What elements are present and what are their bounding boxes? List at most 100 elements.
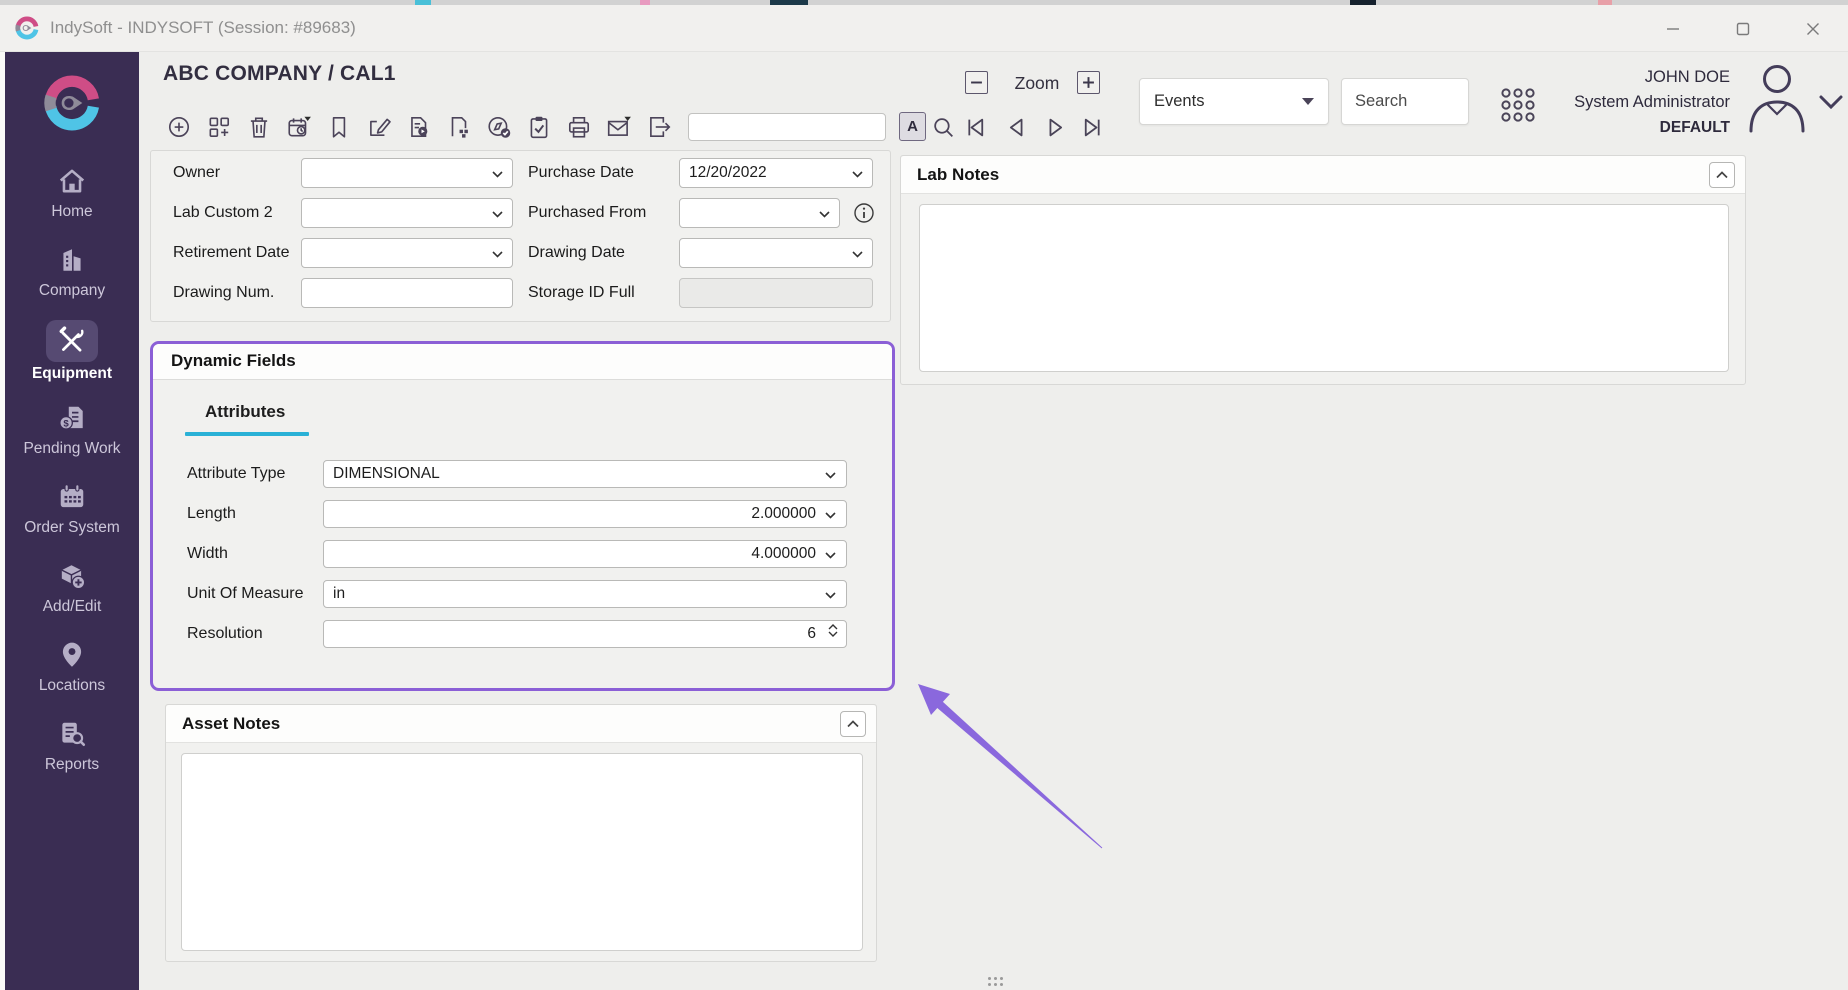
collapse-chevron-icon[interactable] (840, 711, 866, 737)
drag-handle-icon[interactable] (988, 977, 1003, 986)
lab-custom-2-dropdown[interactable] (301, 198, 513, 228)
length-dropdown[interactable]: 2.000000 (323, 500, 847, 528)
close-button[interactable] (1778, 5, 1848, 52)
owner-dropdown[interactable] (301, 158, 513, 188)
events-dropdown[interactable]: Events (1139, 78, 1329, 125)
asset-detail-panel: Owner Purchase Date 12/20/2022 Lab Custo… (150, 150, 891, 322)
match-case-button[interactable]: A (899, 112, 926, 141)
asset-notes-header: Asset Notes (166, 705, 876, 743)
last-record-button[interactable] (1077, 112, 1107, 142)
window-title: IndySoft - INDYSOFT (Session: #89683) (50, 18, 356, 38)
dynamic-fields-panel: Dynamic Fields Attributes Attribute Type… (150, 341, 895, 691)
edit-icon[interactable] (364, 112, 394, 142)
field-value: 2.000000 (751, 505, 816, 522)
width-dropdown[interactable]: 4.000000 (323, 540, 847, 568)
document-transfer-icon[interactable] (444, 112, 474, 142)
delete-icon[interactable] (244, 112, 274, 142)
events-dropdown-value: Events (1154, 92, 1204, 111)
window-controls (1638, 5, 1848, 52)
chevron-down-icon (492, 211, 503, 218)
previous-record-button[interactable] (1001, 112, 1031, 142)
sidebar-item-label: Add/Edit (43, 598, 102, 616)
sidebar-item-company[interactable]: Company (5, 241, 139, 320)
maximize-button[interactable] (1708, 5, 1778, 52)
user-role: System Administrator (1530, 89, 1730, 115)
drawing-date-dropdown[interactable] (679, 238, 873, 268)
drawing-num-input[interactable] (301, 278, 513, 308)
sidebar-item-add-edit[interactable]: Add/Edit (5, 557, 139, 636)
chevron-down-icon (825, 472, 836, 479)
user-menu-chevron-icon[interactable] (1818, 92, 1846, 112)
purchase-date-dropdown[interactable]: 12/20/2022 (679, 158, 873, 188)
sidebar-item-locations[interactable]: Locations (5, 636, 139, 715)
storage-id-full-input (679, 278, 873, 308)
sidebar-item-pending-work[interactable]: $ Pending Work (5, 399, 139, 478)
tab-attributes[interactable]: Attributes (205, 402, 285, 422)
bookmark-icon[interactable] (324, 112, 354, 142)
email-menu-icon[interactable] (604, 112, 634, 142)
field-label: Owner (173, 158, 220, 188)
sidebar-item-equipment[interactable]: Equipment (5, 320, 139, 399)
field-value: 12/20/2022 (689, 164, 767, 181)
calendar-icon (50, 478, 94, 516)
info-icon[interactable] (853, 202, 875, 224)
clone-asset-icon[interactable] (204, 112, 234, 142)
document-run-icon[interactable] (404, 112, 434, 142)
field-label: Storage ID Full (528, 278, 635, 308)
field-label: Purchased From (528, 198, 646, 228)
asset-notes-textarea[interactable] (181, 753, 863, 951)
unit-of-measure-dropdown[interactable]: in (323, 580, 847, 608)
export-record-icon[interactable] (644, 112, 674, 142)
spinner-up-down-icon[interactable] (828, 624, 838, 637)
user-avatar-icon[interactable] (1745, 60, 1809, 134)
compass-check-icon[interactable] (484, 112, 514, 142)
attribute-type-dropdown[interactable]: DIMENSIONAL (323, 460, 847, 488)
sidebar-item-reports[interactable]: Reports (5, 715, 139, 794)
collapse-chevron-icon[interactable] (1709, 162, 1735, 188)
zoom-out-button[interactable] (965, 71, 988, 94)
panel-title: Asset Notes (182, 714, 280, 734)
field-value: 6 (807, 625, 816, 642)
zoom-in-button[interactable] (1077, 71, 1100, 94)
lab-notes-panel: Lab Notes (900, 155, 1746, 385)
sidebar-item-label: Locations (39, 677, 105, 695)
field-label: Width (187, 540, 228, 568)
user-block: JOHN DOE System Administrator DEFAULT (1530, 65, 1730, 141)
retirement-date-dropdown[interactable] (301, 238, 513, 268)
sidebar-item-label: Pending Work (23, 440, 120, 458)
map-pin-icon (50, 636, 94, 674)
asset-notes-panel: Asset Notes (165, 704, 877, 962)
sidebar-nav: Home Company Equipment (5, 162, 139, 794)
resolution-stepper[interactable]: 6 (323, 620, 847, 648)
search-icon[interactable] (928, 112, 958, 142)
field-label: Lab Custom 2 (173, 198, 273, 228)
chevron-down-icon (852, 251, 863, 258)
sidebar-item-home[interactable]: Home (5, 162, 139, 241)
calendar-menu-icon[interactable] (284, 112, 314, 142)
chevron-down-icon (852, 171, 863, 178)
search-input[interactable] (1341, 78, 1469, 125)
quick-search-input[interactable] (688, 113, 886, 141)
chevron-down-icon (492, 171, 503, 178)
user-name: JOHN DOE (1530, 65, 1730, 89)
lab-notes-textarea[interactable] (919, 204, 1729, 372)
zoom-label: Zoom (1000, 73, 1074, 94)
chevron-down-icon (819, 211, 830, 218)
tools-icon (46, 320, 98, 362)
chevron-down-icon (825, 512, 836, 519)
sidebar-item-order-system[interactable]: Order System (5, 478, 139, 557)
field-label: Retirement Date (173, 238, 290, 268)
field-label: Unit Of Measure (187, 580, 303, 608)
first-record-button[interactable] (960, 112, 990, 142)
indysoft-logo-icon (41, 72, 103, 134)
field-value: DIMENSIONAL (333, 465, 440, 482)
field-label: Length (187, 500, 236, 528)
field-label: Attribute Type (187, 460, 285, 488)
purchased-from-dropdown[interactable] (679, 198, 840, 228)
clipboard-check-icon[interactable] (524, 112, 554, 142)
print-icon[interactable] (564, 112, 594, 142)
minimize-button[interactable] (1638, 5, 1708, 52)
annotation-arrow (905, 670, 1115, 860)
next-record-button[interactable] (1040, 112, 1070, 142)
add-record-icon[interactable] (164, 112, 194, 142)
